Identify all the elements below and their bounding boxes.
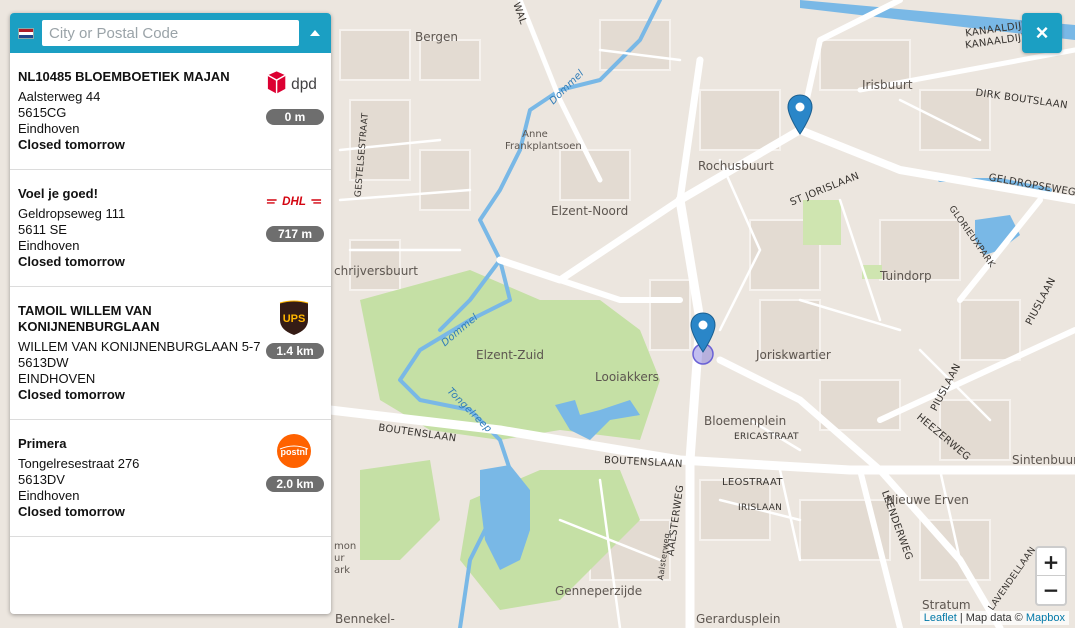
map-street-label: LEOSTRAAT — [722, 477, 783, 488]
map-area-label: chrijversbuurt — [334, 264, 418, 278]
zoom-out-button[interactable]: − — [1037, 576, 1065, 604]
location-status: Closed tomorrow — [18, 254, 125, 269]
location-status: Closed tomorrow — [18, 387, 125, 402]
current-location-marker-icon[interactable] — [689, 312, 719, 373]
map-area-label: Elzent-Noord — [551, 204, 629, 218]
app: Bergen Irisbuurt Rochusbuurt Elzent-Noor… — [0, 0, 1075, 628]
map-area-label: Genneperzijde — [555, 584, 643, 598]
distance-badge: 0 m — [266, 109, 324, 125]
location-name: TAMOIL WILLEM VAN KONIJNENBURGLAAN — [18, 303, 160, 334]
map-area-label: Stratum — [922, 598, 971, 612]
location-list-item[interactable]: NL10485 BLOEMBOETIEK MAJAN Aalsterweg 44… — [10, 53, 331, 170]
map-area-label: Anne Frankplantsoen — [505, 129, 582, 152]
carrier-label: UPS — [283, 313, 306, 325]
attribution-text: | Map data © — [956, 612, 1026, 624]
map-area-label: Irisbuurt — [862, 78, 913, 92]
map-street-label: ERICASTRAAT — [734, 432, 799, 442]
location-name: Voel je goed! — [18, 186, 98, 201]
distance-badge: 1.4 km — [266, 343, 324, 359]
map-area-label: Nieuwe Erven — [886, 493, 969, 507]
dhl-logo-icon: DHL — [265, 184, 323, 218]
map-street-label: IRISLAAN — [738, 503, 783, 513]
netherlands-flag-icon[interactable] — [18, 28, 34, 39]
map-area-label: Bloemenplein — [704, 414, 787, 428]
mapbox-link[interactable]: Mapbox — [1026, 612, 1065, 624]
pickup-point-panel: NL10485 BLOEMBOETIEK MAJAN Aalsterweg 44… — [10, 13, 331, 614]
location-status: Closed tomorrow — [18, 137, 125, 152]
location-list-item[interactable]: Voel je goed! Geldropseweg 111 5611 SE E… — [10, 170, 331, 287]
location-list-item[interactable]: Primera Tongelresestraat 276 5613DV Eind… — [10, 420, 331, 537]
map-area-label: ark — [334, 565, 351, 576]
dpd-logo-icon: dpd — [265, 67, 323, 101]
location-city: EINDHOVEN — [18, 371, 96, 386]
map-area-label: Joriskwartier — [756, 348, 831, 362]
collapse-toggle-button[interactable] — [303, 20, 327, 46]
chevron-up-icon — [310, 30, 320, 36]
carrier-label: dpd — [291, 76, 317, 93]
close-icon: × — [1035, 20, 1049, 45]
map-marker-pin-icon[interactable] — [787, 94, 813, 141]
zoom-control: + − — [1035, 546, 1067, 606]
map-area-label: Bergen — [415, 30, 458, 44]
carrier-label: postnl — [281, 447, 308, 457]
map-area-label: Elzent-Zuid — [476, 348, 545, 362]
zoom-in-button[interactable]: + — [1037, 548, 1065, 576]
postnl-logo-icon: postnl — [265, 434, 323, 468]
map-attribution: Leaflet | Map data © Mapbox — [919, 611, 1069, 625]
location-list: NL10485 BLOEMBOETIEK MAJAN Aalsterweg 44… — [10, 53, 331, 537]
map-area-label: Gerardusplein — [696, 612, 781, 626]
map-area-label: Sintenbuurt — [1012, 453, 1075, 467]
ups-logo-icon: UPS — [265, 300, 323, 335]
location-name: NL10485 BLOEMBOETIEK MAJAN — [18, 69, 230, 84]
map-area-label: Rochusbuurt — [698, 159, 774, 173]
map-area-label: Bennekel- — [335, 612, 395, 626]
distance-badge: 717 m — [266, 226, 324, 242]
map-area-label: ur — [334, 553, 345, 564]
map-area-label: Tuindorp — [880, 269, 932, 283]
location-status: Closed tomorrow — [18, 504, 125, 519]
location-list-item[interactable]: TAMOIL WILLEM VAN KONIJNENBURGLAAN WILLE… — [10, 287, 331, 420]
close-button[interactable]: × — [1022, 13, 1062, 53]
carrier-label: DHL — [282, 195, 306, 208]
distance-badge: 2.0 km — [266, 476, 324, 492]
panel-header — [10, 13, 331, 53]
search-input[interactable] — [42, 20, 299, 46]
location-name: Primera — [18, 436, 67, 451]
map-area-label: Looiakkers — [595, 370, 659, 384]
leaflet-link[interactable]: Leaflet — [924, 612, 957, 624]
map-area-label: mon — [334, 541, 357, 552]
